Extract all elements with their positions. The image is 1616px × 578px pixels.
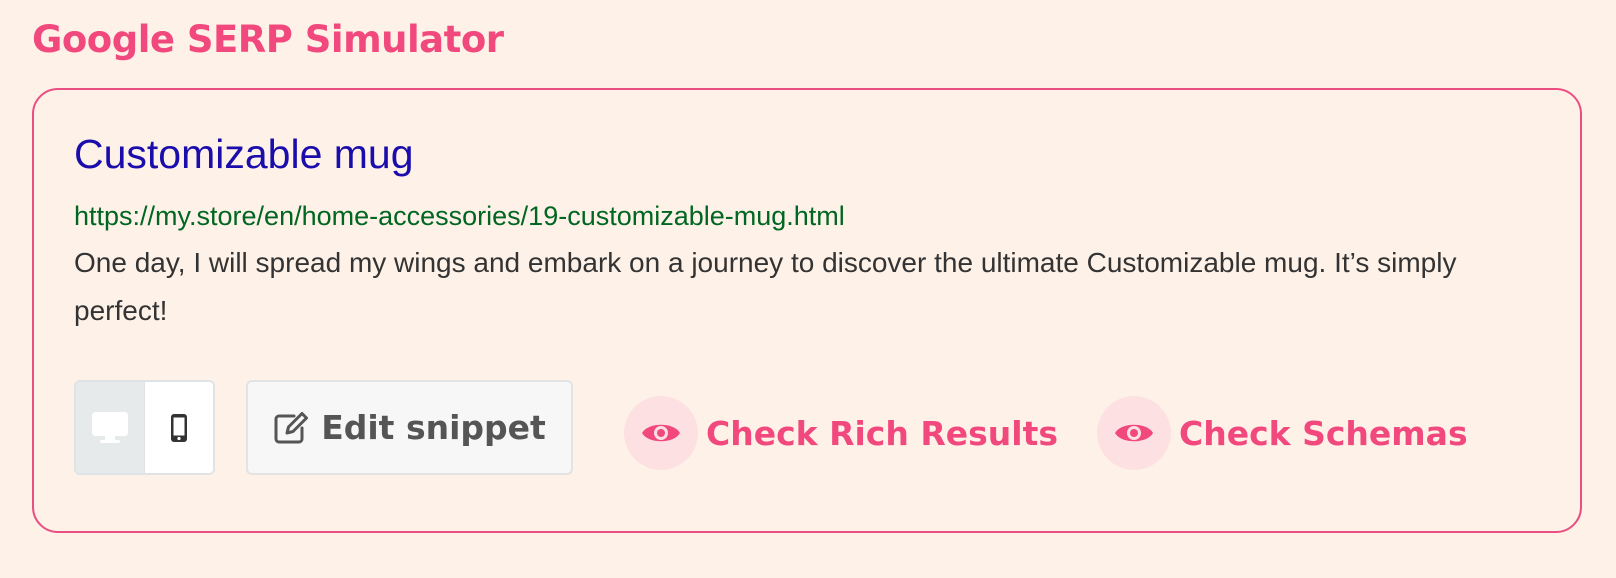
desktop-icon: [92, 411, 128, 443]
mobile-icon: [171, 413, 187, 442]
serp-preview-card: Customizable mug https://my.store/en/hom…: [32, 88, 1582, 533]
check-schemas-link[interactable]: Check Schemas: [1097, 396, 1468, 470]
result-description: One day, I will spread my wings and emba…: [74, 247, 1457, 326]
result-title-link[interactable]: Customizable mug: [74, 128, 414, 180]
check-schemas-label: Check Schemas: [1179, 413, 1468, 453]
edit-snippet-label: Edit snippet: [321, 408, 546, 447]
edit-snippet-button[interactable]: Edit snippet: [246, 380, 573, 475]
page-title: Google SERP Simulator: [32, 18, 504, 61]
desktop-view-button[interactable]: [76, 382, 145, 473]
result-url[interactable]: https://my.store/en/home-accessories/19-…: [74, 198, 845, 234]
edit-icon: [274, 411, 309, 443]
device-toggle: [74, 380, 215, 475]
eye-icon: [1097, 396, 1171, 470]
check-rich-results-label: Check Rich Results: [706, 413, 1059, 453]
eye-icon: [624, 396, 698, 470]
mobile-view-button[interactable]: [145, 382, 213, 473]
serp-simulator-page: Google SERP Simulator Customizable mug h…: [0, 0, 1616, 578]
check-rich-results-link[interactable]: Check Rich Results: [624, 396, 1058, 470]
